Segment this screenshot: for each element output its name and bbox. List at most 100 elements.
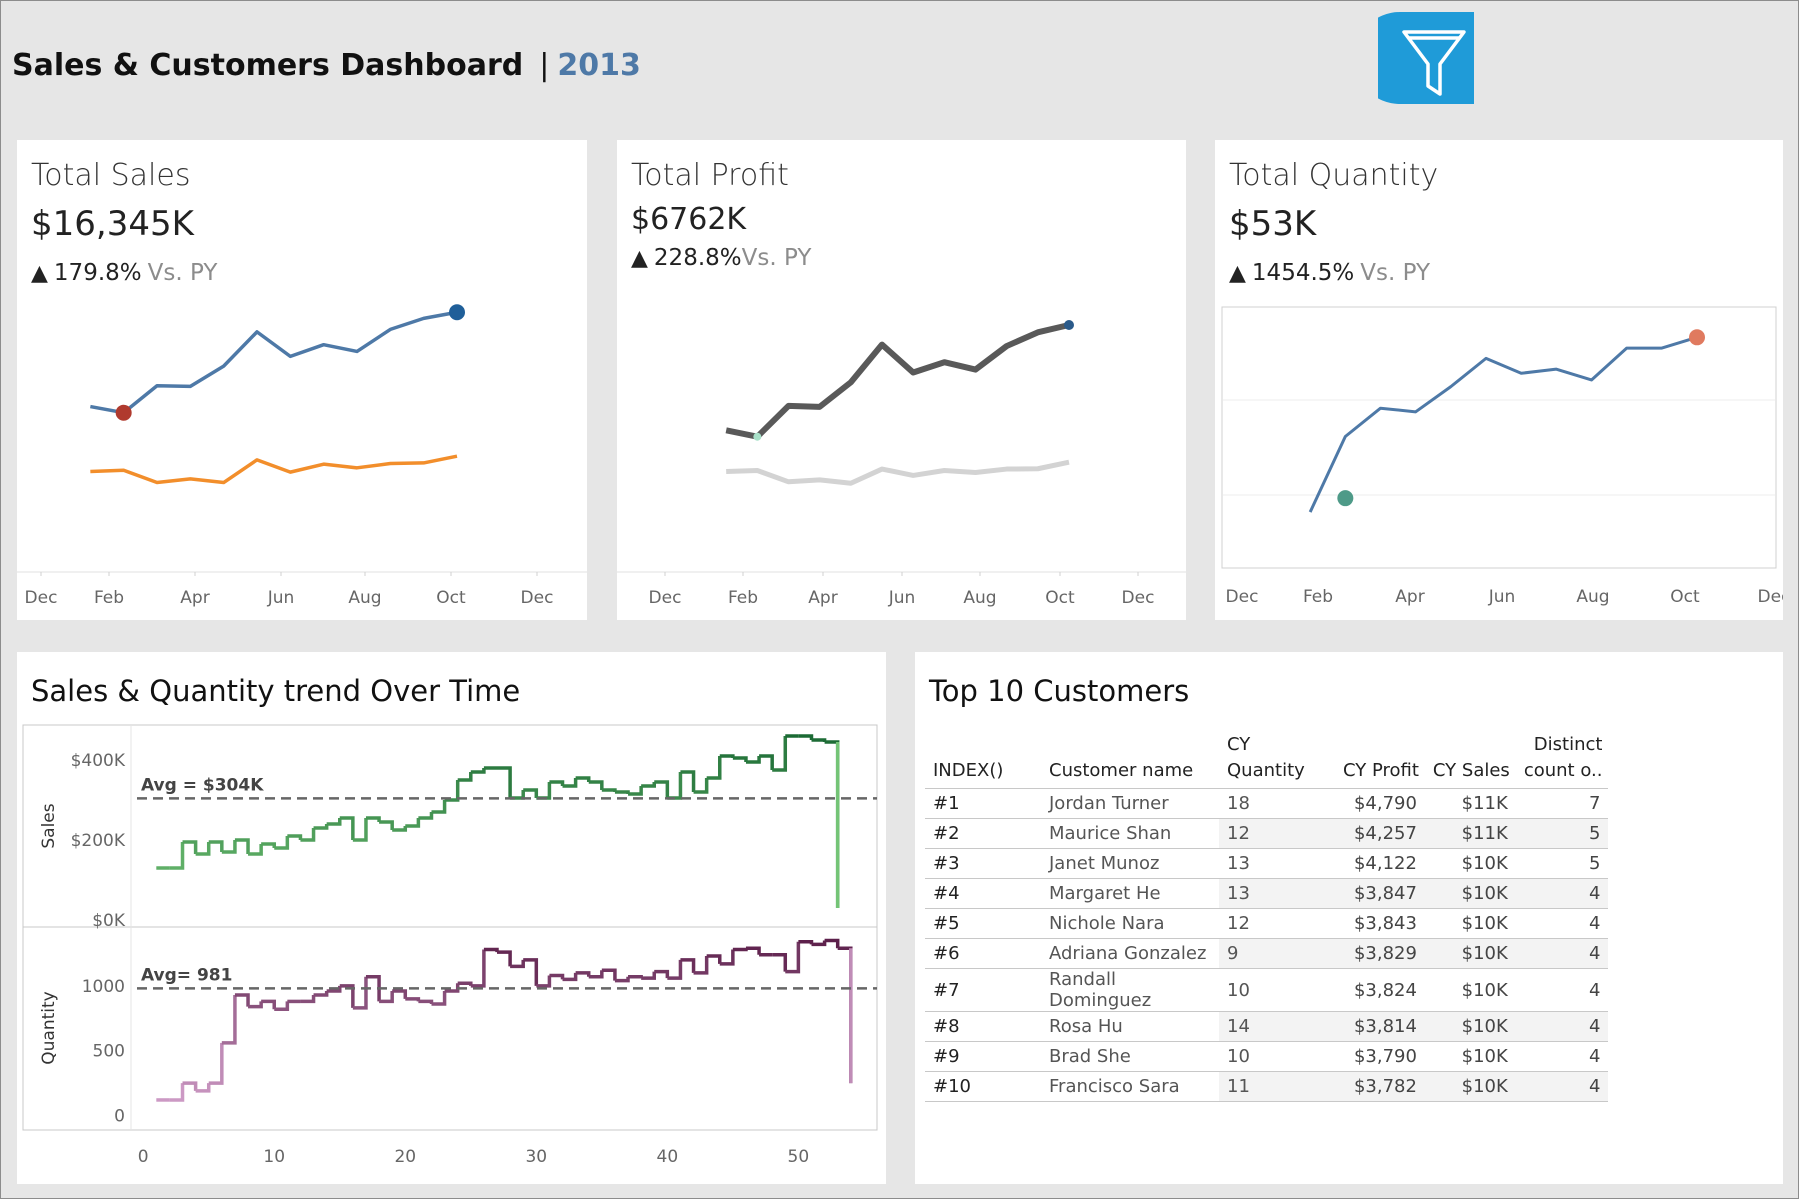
table-row[interactable]: #2 Maurice Shan 12 $4,257 $11K 5 bbox=[925, 818, 1609, 849]
quantity-cell: 12 bbox=[1219, 908, 1335, 939]
sales-step-segment bbox=[824, 740, 840, 908]
y-axis-label-quantity: Quantity bbox=[39, 991, 59, 1064]
x-tick-label: Dec bbox=[1226, 587, 1259, 607]
highlight-marker[interactable] bbox=[1689, 329, 1705, 346]
quantity-step-segment bbox=[654, 969, 670, 979]
sales-step-segment bbox=[195, 842, 211, 856]
distinct-count-cell: 5 bbox=[1515, 848, 1609, 879]
sales-step-segment bbox=[523, 788, 539, 798]
x-tick-label: Dec bbox=[25, 588, 58, 608]
quantity-step-segment bbox=[680, 958, 696, 973]
x-tick-label: Dec bbox=[1122, 588, 1155, 608]
quantity-step-segment bbox=[811, 940, 827, 947]
sales-cell: $10K bbox=[1424, 878, 1516, 909]
sales-cell: $10K bbox=[1424, 848, 1516, 879]
sales-step-segment bbox=[772, 736, 788, 772]
column-header-cy-sales[interactable]: CY Sales bbox=[1425, 732, 1516, 789]
kpi-sparkline-sales: Dec Feb Apr Jun Aug Oct Dec bbox=[17, 304, 587, 608]
profit-cell: $3,790 bbox=[1335, 1041, 1425, 1072]
column-header-cy-profit[interactable]: CY Profit bbox=[1335, 732, 1425, 789]
sales-step-segment bbox=[562, 778, 578, 788]
quantity-step-segment bbox=[457, 981, 473, 986]
trend-card: Sales & Quantity trend Over Time Sales $0… bbox=[17, 652, 886, 1184]
table-row[interactable]: #9 Brad She 10 $3,790 $10K 4 bbox=[925, 1041, 1609, 1072]
dashboard-header: Sales & Customers Dashboard | 2013 bbox=[12, 40, 641, 90]
table-row[interactable]: #3 Janet Munoz 13 $4,122 $10K 5 bbox=[925, 848, 1609, 879]
customer-name-cell: Margaret He bbox=[1041, 878, 1219, 909]
sales-step-segment bbox=[759, 754, 774, 770]
sales-step-segment bbox=[575, 776, 591, 782]
quantity-step-segment bbox=[208, 1042, 224, 1085]
sales-step-segment bbox=[654, 780, 670, 798]
quantity-step-segment bbox=[392, 989, 408, 999]
table-row[interactable]: #6 Adriana Gonzalez 9 $3,829 $10K 4 bbox=[925, 938, 1609, 969]
x-tick-label: 10 bbox=[263, 1147, 285, 1167]
quantity-cell: 10 bbox=[1219, 1041, 1335, 1072]
sales-step-segment bbox=[628, 786, 643, 796]
quantity-average-label: Avg= 981 bbox=[141, 965, 232, 985]
kpi-card-total-sales: Total Sales $16,345K ▲ 179.8% Vs. PY Dec… bbox=[17, 140, 587, 620]
customers-table: INDEX() Customer name CY Quantity CY Pro… bbox=[925, 732, 1609, 1102]
sales-step-segment bbox=[680, 770, 696, 792]
customer-name-cell: Adriana Gonzalez bbox=[1041, 938, 1219, 969]
quantity-step-segment bbox=[261, 999, 276, 1010]
sales-step-segment bbox=[261, 842, 276, 848]
x-tick-label: Apr bbox=[808, 588, 837, 608]
sales-step-segment bbox=[313, 824, 329, 830]
sales-step-segment bbox=[667, 772, 683, 800]
filter-button[interactable] bbox=[1378, 12, 1474, 104]
column-header-distinct-line1: Distinct bbox=[1533, 734, 1603, 755]
x-tick-label: Dec bbox=[1758, 587, 1783, 607]
sales-cell: $11K bbox=[1424, 818, 1516, 849]
quantity-step-segment bbox=[234, 993, 250, 1007]
table-row[interactable]: #1 Jordan Turner 18 $4,790 $11K 7 bbox=[925, 788, 1609, 819]
distinct-count-cell: 4 bbox=[1515, 878, 1609, 909]
highlight-marker[interactable] bbox=[1064, 319, 1074, 330]
sales-step-segment bbox=[811, 738, 827, 742]
series-line-2 bbox=[90, 454, 458, 485]
sales-step-segment bbox=[536, 782, 552, 800]
distinct-count-cell: 5 bbox=[1515, 818, 1609, 849]
quantity-step-segment bbox=[510, 959, 525, 969]
quantity-step-segment bbox=[837, 946, 853, 1084]
y-tick-label: 500 bbox=[93, 1042, 125, 1062]
quantity-step-segment bbox=[300, 994, 316, 1004]
customers-title: Top 10 Customers bbox=[929, 674, 1190, 708]
x-tick-label: 20 bbox=[394, 1147, 416, 1167]
highlight-marker[interactable] bbox=[115, 404, 132, 421]
quantity-step-segment bbox=[497, 950, 512, 967]
sales-step-segment bbox=[510, 790, 525, 800]
column-header-distinct-count[interactable]: Distinct count o.. bbox=[1516, 732, 1609, 789]
sales-step-segment bbox=[798, 734, 814, 740]
quantity-step-segment bbox=[601, 968, 617, 981]
profit-cell: $3,814 bbox=[1335, 1011, 1425, 1042]
index-cell: #2 bbox=[925, 818, 1041, 849]
quantity-step-segment bbox=[588, 970, 604, 979]
y-tick-label: $200K bbox=[71, 831, 126, 851]
distinct-count-cell: 4 bbox=[1515, 1071, 1609, 1102]
highlight-marker[interactable] bbox=[1337, 490, 1354, 507]
column-header-index[interactable]: INDEX() bbox=[925, 732, 1041, 789]
table-row[interactable]: #5 Nichole Nara 12 $3,843 $10K 4 bbox=[925, 908, 1609, 939]
index-cell: #5 bbox=[925, 908, 1041, 939]
table-row[interactable]: #10 Francisco Sara 11 $3,782 $10K 4 bbox=[925, 1071, 1609, 1102]
kpi-sparkline-quantity: Dec Feb Apr Jun Aug Oct Dec bbox=[1221, 306, 1783, 607]
quantity-step-segment bbox=[745, 946, 761, 955]
kpi-card-total-profit: Total Profit $6762K ▲ 228.8% Vs. PY Dec F… bbox=[617, 140, 1186, 620]
sales-step-segment bbox=[234, 838, 250, 854]
y-tick-label: 0 bbox=[114, 1107, 125, 1127]
quantity-step-segment bbox=[405, 997, 421, 1002]
x-tick-label: Feb bbox=[94, 588, 124, 608]
x-tick-label: Jun bbox=[1488, 587, 1516, 607]
quantity-step-segment bbox=[248, 1001, 263, 1009]
table-row[interactable]: #8 Rosa Hu 14 $3,814 $10K 4 bbox=[925, 1011, 1609, 1042]
sales-cell: $10K bbox=[1424, 1041, 1516, 1072]
highlight-marker[interactable] bbox=[449, 304, 465, 321]
column-header-cy-quantity[interactable]: CY Quantity bbox=[1219, 732, 1335, 789]
column-header-customer-name[interactable]: Customer name bbox=[1041, 732, 1219, 789]
x-tick-label: 0 bbox=[138, 1147, 149, 1167]
highlight-marker[interactable] bbox=[753, 432, 762, 441]
table-row[interactable]: #4 Margaret He 13 $3,847 $10K 4 bbox=[925, 878, 1609, 909]
x-tick-label: Apr bbox=[180, 588, 209, 608]
table-row[interactable]: #7 Randall Dominguez 10 $3,824 $10K 4 bbox=[925, 968, 1609, 1012]
